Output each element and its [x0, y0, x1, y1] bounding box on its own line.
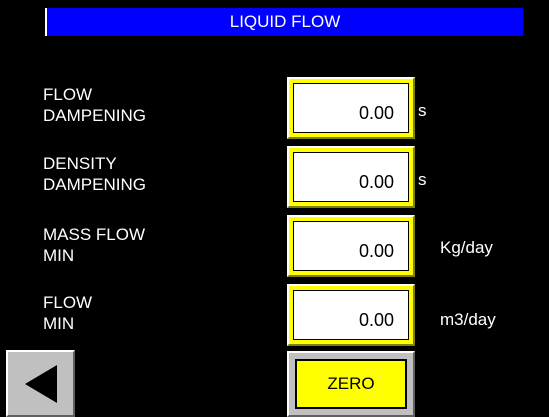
density-dampening-field[interactable]: 0.00 [287, 146, 415, 208]
flow-min-field[interactable]: 0.00 [287, 284, 415, 346]
flow-min-value[interactable]: 0.00 [293, 290, 409, 340]
mass-flow-min-field[interactable]: 0.00 [287, 215, 415, 277]
density-dampening-label: DENSITY DAMPENING [43, 154, 146, 194]
flow-min-unit: m3/day [440, 310, 496, 329]
zero-button[interactable]: ZERO [295, 359, 407, 409]
page-title: LIQUID FLOW [45, 8, 523, 36]
mass-flow-min-label: MASS FLOW MIN [43, 225, 146, 265]
flow-dampening-value[interactable]: 0.00 [293, 83, 409, 133]
back-button[interactable] [6, 350, 75, 417]
zero-button-frame: ZERO [287, 351, 415, 417]
left-arrow-icon [24, 364, 57, 403]
flow-min-label: FLOW MIN [43, 293, 93, 333]
flow-dampening-unit: s [418, 101, 427, 120]
density-dampening-value[interactable]: 0.00 [293, 152, 409, 202]
flow-dampening-label: FLOW DAMPENING [43, 85, 146, 125]
flow-dampening-field[interactable]: 0.00 [287, 77, 415, 139]
mass-flow-min-unit: Kg/day [440, 238, 493, 257]
mass-flow-min-value[interactable]: 0.00 [293, 221, 409, 271]
density-dampening-unit: s [418, 170, 427, 189]
